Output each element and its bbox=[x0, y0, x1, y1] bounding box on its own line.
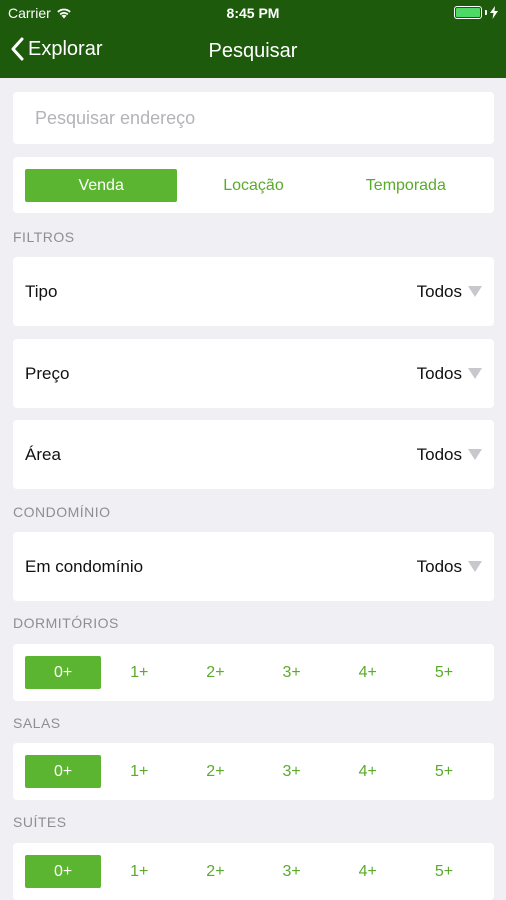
segment-locacao[interactable]: Locação bbox=[177, 169, 329, 202]
search-input[interactable] bbox=[13, 92, 494, 144]
suites-option[interactable]: 2+ bbox=[177, 855, 253, 888]
clock: 8:45 PM bbox=[226, 5, 280, 21]
salas-option[interactable]: 0+ bbox=[25, 755, 102, 788]
section-header-salas: SALAS bbox=[13, 715, 61, 731]
section-header-dormitorios: DORMITÓRIOS bbox=[13, 615, 119, 631]
dropdown-arrow-icon bbox=[468, 368, 482, 379]
salas-option[interactable]: 3+ bbox=[254, 755, 330, 788]
dormitorios-option[interactable]: 3+ bbox=[254, 656, 330, 689]
search-card bbox=[13, 92, 494, 144]
filter-value: Todos bbox=[417, 282, 482, 302]
dropdown-arrow-icon bbox=[468, 449, 482, 460]
dropdown-arrow-icon bbox=[468, 286, 482, 297]
salas-option[interactable]: 5+ bbox=[406, 755, 482, 788]
segment-venda[interactable]: Venda bbox=[25, 169, 178, 202]
dormitorios-card: 0+ 1+ 2+ 3+ 4+ 5+ bbox=[13, 644, 494, 701]
charging-bolt-icon bbox=[490, 6, 498, 19]
suites-card: 0+ 1+ 2+ 3+ 4+ 5+ bbox=[13, 843, 494, 900]
salas-option[interactable]: 4+ bbox=[330, 755, 406, 788]
top-bar: Carrier 8:45 PM Explorar Pesquisar bbox=[0, 0, 506, 78]
suites-option[interactable]: 0+ bbox=[25, 855, 102, 888]
navigation-bar: Explorar Pesquisar bbox=[0, 26, 506, 78]
filter-value: Todos bbox=[417, 557, 482, 577]
salas-selector: 0+ 1+ 2+ 3+ 4+ 5+ bbox=[25, 755, 482, 788]
dormitorios-option[interactable]: 0+ bbox=[25, 656, 102, 689]
dropdown-arrow-icon bbox=[468, 561, 482, 572]
segment-temporada[interactable]: Temporada bbox=[330, 169, 482, 202]
salas-card: 0+ 1+ 2+ 3+ 4+ 5+ bbox=[13, 743, 494, 800]
suites-selector: 0+ 1+ 2+ 3+ 4+ 5+ bbox=[25, 855, 482, 888]
dormitorios-selector: 0+ 1+ 2+ 3+ 4+ 5+ bbox=[25, 656, 482, 689]
filter-value: Todos bbox=[417, 445, 482, 465]
filter-row-tipo[interactable]: Tipo Todos bbox=[13, 257, 494, 326]
dormitorios-option[interactable]: 5+ bbox=[406, 656, 482, 689]
salas-option[interactable]: 1+ bbox=[101, 755, 177, 788]
filter-row-condominio[interactable]: Em condomínio Todos bbox=[13, 532, 494, 601]
filter-label: Preço bbox=[25, 363, 70, 383]
section-header-filtros: FILTROS bbox=[13, 229, 75, 245]
dormitorios-option[interactable]: 4+ bbox=[330, 656, 406, 689]
suites-option[interactable]: 4+ bbox=[330, 855, 406, 888]
filter-label: Tipo bbox=[25, 281, 58, 301]
filter-row-area[interactable]: Área Todos bbox=[13, 420, 494, 489]
status-bar: Carrier 8:45 PM bbox=[0, 0, 506, 26]
filter-label: Em condomínio bbox=[25, 556, 144, 576]
filter-row-preco[interactable]: Preço Todos bbox=[13, 339, 494, 408]
dormitorios-option[interactable]: 2+ bbox=[177, 656, 253, 689]
suites-option[interactable]: 1+ bbox=[101, 855, 177, 888]
listing-type-card: Venda Locação Temporada bbox=[13, 157, 494, 213]
filter-label: Área bbox=[25, 444, 61, 464]
salas-option[interactable]: 2+ bbox=[177, 755, 253, 788]
filter-value: Todos bbox=[417, 364, 482, 384]
section-header-condominio: CONDOMÍNIO bbox=[13, 504, 111, 520]
suites-option[interactable]: 5+ bbox=[406, 855, 482, 888]
page-title: Pesquisar bbox=[208, 40, 298, 62]
section-header-suites: SUÍTES bbox=[13, 814, 67, 830]
battery-indicator bbox=[454, 6, 498, 19]
listing-type-segmented-control: Venda Locação Temporada bbox=[25, 169, 482, 202]
dormitorios-option[interactable]: 1+ bbox=[101, 656, 177, 689]
battery-icon bbox=[454, 6, 482, 19]
suites-option[interactable]: 3+ bbox=[254, 855, 330, 888]
